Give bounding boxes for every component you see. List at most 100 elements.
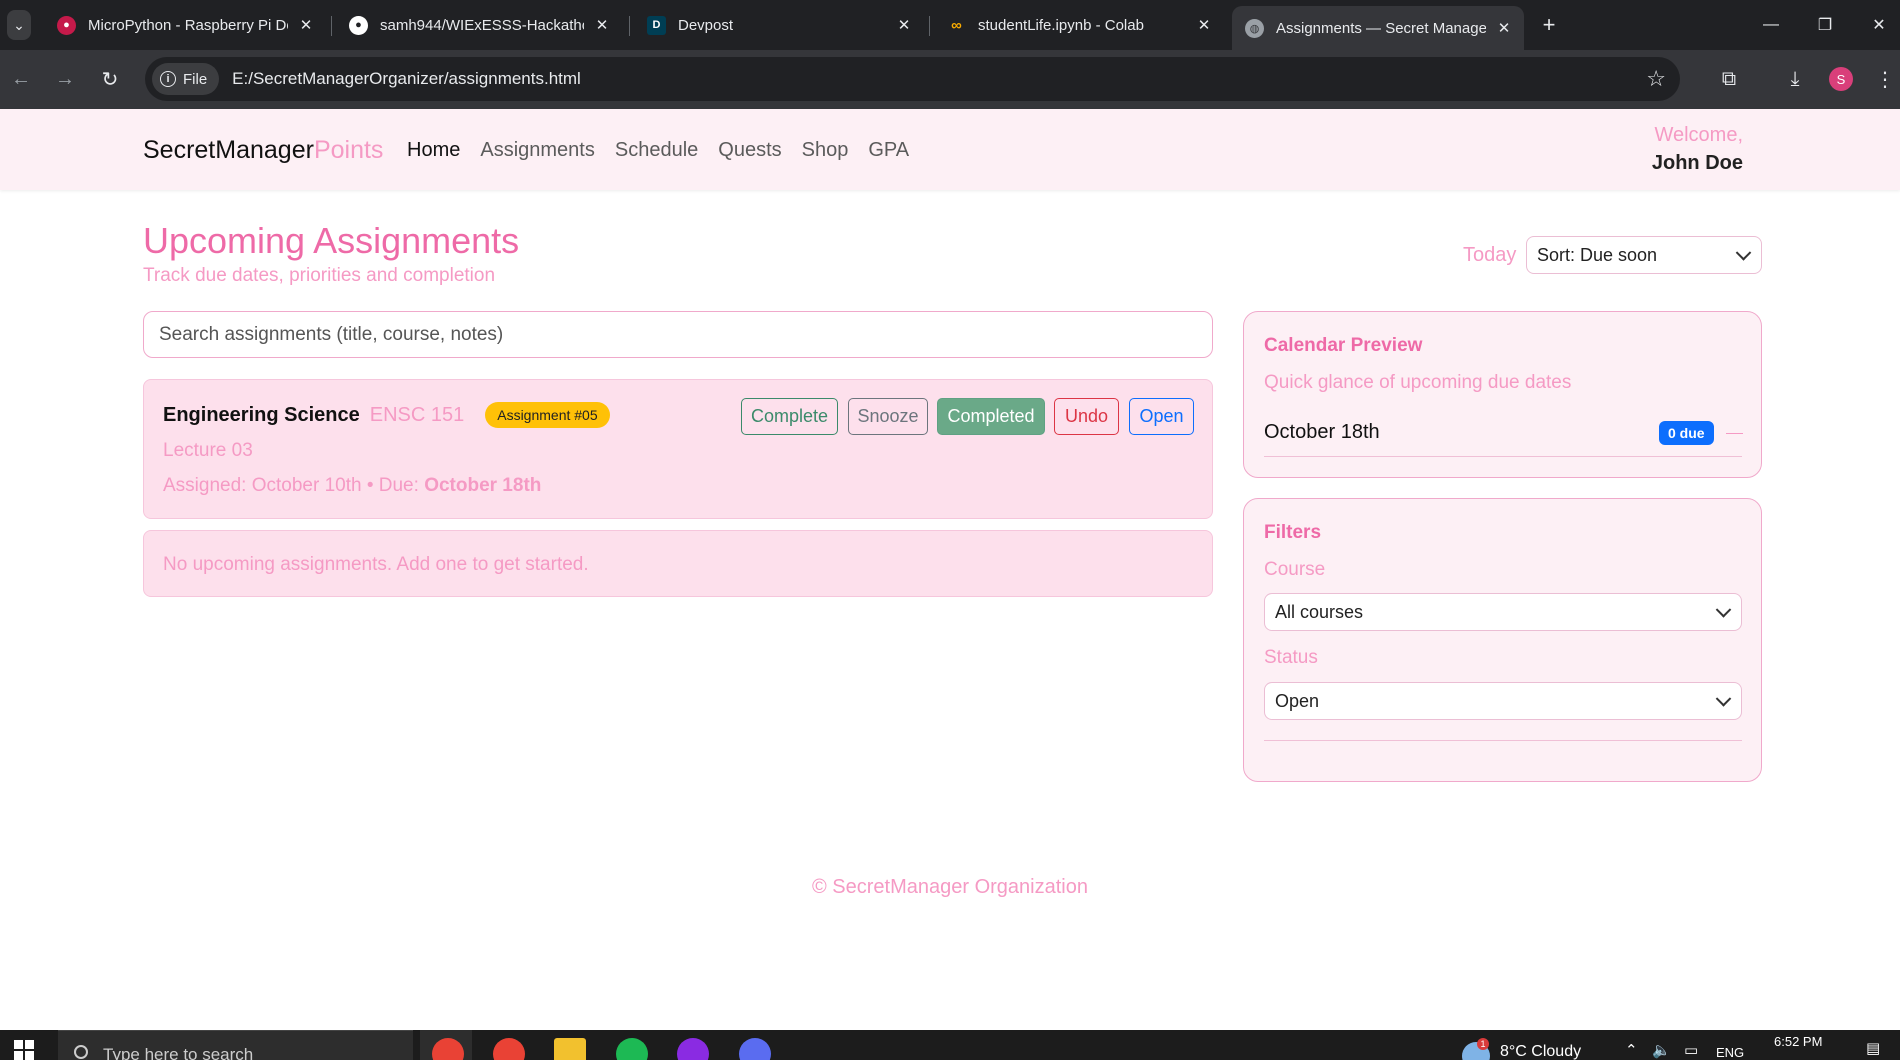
site-navbar: SecretManagerPoints Home Assignments Sch… <box>0 109 1900 190</box>
search-input[interactable]: Search assignments (title, course, notes… <box>143 311 1213 358</box>
tab-micropython[interactable]: ● MicroPython - Raspberry Pi Doc ✕ <box>44 8 326 42</box>
brand-logo[interactable]: SecretManagerPoints <box>143 136 383 165</box>
devpost-icon: D <box>647 15 666 35</box>
chevron-down-icon <box>1735 245 1752 261</box>
weather-badge: 1 <box>1477 1038 1489 1050</box>
tab-assignments[interactable]: ◍ Assignments — Secret Manager ✕ <box>1232 6 1524 50</box>
back-icon[interactable]: ← <box>6 64 36 94</box>
nav-assignments[interactable]: Assignments <box>480 139 595 162</box>
welcome-text: Welcome, <box>1654 124 1743 146</box>
close-tab-icon[interactable]: ✕ <box>1194 15 1214 35</box>
nav-schedule[interactable]: Schedule <box>615 139 698 162</box>
today-button[interactable]: Today <box>1463 244 1516 267</box>
browser-tab-bar: ⌄ ● MicroPython - Raspberry Pi Doc ✕ ● s… <box>0 0 1900 50</box>
restore-icon[interactable]: ❐ <box>1810 12 1840 38</box>
clock-time[interactable]: 6:52 PM <box>1774 1034 1822 1049</box>
tab-devpost[interactable]: D Devpost ✕ <box>634 8 924 42</box>
new-tab-icon[interactable]: + <box>1536 12 1562 38</box>
globe-icon: ◍ <box>1245 18 1264 38</box>
info-icon: i <box>160 71 176 87</box>
assignment-lecture: Lecture 03 <box>163 440 253 461</box>
sort-select[interactable]: Sort: Due soon <box>1526 236 1762 274</box>
undo-button[interactable]: Undo <box>1054 398 1119 435</box>
taskbar-search-input[interactable]: Type here to search <box>58 1030 413 1060</box>
minimize-icon[interactable]: — <box>1756 12 1786 38</box>
close-tab-icon[interactable]: ✕ <box>296 15 316 35</box>
extensions-icon[interactable]: ⧉ <box>1714 64 1744 94</box>
filters-divider <box>1264 740 1742 741</box>
assignment-header: Engineering Science ENSC 151 Assignment … <box>163 402 610 428</box>
filters-panel: Filters Course All courses Status Open <box>1243 498 1762 782</box>
browser-toolbar: ← → ↻ i File E:/SecretManagerOrganizer/a… <box>0 50 1900 109</box>
close-tab-icon[interactable]: ✕ <box>1494 18 1514 38</box>
page-title: Upcoming Assignments <box>143 220 520 261</box>
empty-state-message: No upcoming assignments. Add one to get … <box>163 554 589 575</box>
calendar-divider <box>1264 456 1742 457</box>
assignment-course: Engineering Science <box>163 403 360 426</box>
calendar-title: Calendar Preview <box>1264 335 1423 356</box>
profile-avatar[interactable]: S <box>1829 67 1853 91</box>
file-explorer-icon[interactable] <box>554 1038 586 1060</box>
messenger-icon[interactable] <box>739 1038 771 1060</box>
footer-text: © SecretManager Organization <box>812 876 1088 898</box>
language-indicator[interactable]: ENG <box>1716 1045 1744 1060</box>
close-tab-icon[interactable]: ✕ <box>592 15 612 35</box>
status-filter-select[interactable]: Open <box>1264 682 1742 720</box>
volume-icon[interactable]: 🔈 <box>1652 1041 1671 1059</box>
menu-kebab-icon[interactable]: ⋮ <box>1870 64 1900 94</box>
open-button[interactable]: Open <box>1129 398 1194 435</box>
completed-button[interactable]: Completed <box>937 398 1045 435</box>
due-dash <box>1726 433 1743 434</box>
nav-home[interactable]: Home <box>407 139 460 162</box>
due-count-badge: 0 due <box>1659 421 1714 445</box>
close-window-icon[interactable]: ✕ <box>1864 12 1894 38</box>
tab-github[interactable]: ● samh944/WIExESSS-Hackathon ✕ <box>336 8 622 42</box>
assignment-code: ENSC 151 <box>369 403 465 426</box>
windows-start-icon[interactable] <box>14 1040 34 1060</box>
chevron-down-icon <box>1715 691 1732 707</box>
assignment-due-date: October 18th <box>424 475 542 496</box>
course-filter-label: Course <box>1264 559 1326 580</box>
close-tab-icon[interactable]: ✕ <box>894 15 914 35</box>
address-bar[interactable]: i File E:/SecretManagerOrganizer/assignm… <box>145 57 1680 101</box>
tab-separator <box>929 16 930 36</box>
weather-text[interactable]: 8°C Cloudy <box>1500 1043 1581 1060</box>
app-icon[interactable] <box>677 1038 709 1060</box>
welcome-user: John Doe <box>1651 152 1743 174</box>
assignment-badge: Assignment #05 <box>485 402 610 428</box>
forward-icon[interactable]: → <box>50 64 80 94</box>
tab-search-dropdown-icon[interactable]: ⌄ <box>7 10 31 40</box>
filters-title: Filters <box>1264 522 1322 543</box>
calendar-subtitle: Quick glance of upcoming due dates <box>1264 372 1572 393</box>
url-text[interactable]: E:/SecretManagerOrganizer/assignments.ht… <box>232 69 581 89</box>
spotify-icon[interactable] <box>616 1038 648 1060</box>
github-icon: ● <box>349 15 368 35</box>
assignment-dates: Assigned: October 10th • Due: October 18… <box>163 475 542 496</box>
notifications-icon[interactable]: ▤ <box>1866 1039 1880 1057</box>
tab-separator <box>629 16 630 36</box>
calendar-date: October 18th <box>1264 421 1380 443</box>
network-icon[interactable]: ▭ <box>1684 1041 1698 1059</box>
welcome-block: Welcome, John Doe <box>1652 124 1743 175</box>
assignment-card: Engineering Science ENSC 151 Assignment … <box>143 379 1213 519</box>
status-filter-label: Status <box>1264 647 1318 668</box>
search-icon <box>74 1045 88 1059</box>
complete-button[interactable]: Complete <box>741 398 838 435</box>
nav-links: Home Assignments Schedule Quests Shop GP… <box>407 139 929 162</box>
bookmark-star-icon[interactable]: ☆ <box>1646 66 1666 92</box>
chrome-icon[interactable] <box>493 1038 525 1060</box>
tab-colab[interactable]: ∞ studentLife.ipynb - Colab ✕ <box>934 8 1224 42</box>
course-filter-select[interactable]: All courses <box>1264 593 1742 631</box>
site-info-chip[interactable]: i File <box>152 63 220 95</box>
nav-gpa[interactable]: GPA <box>868 139 909 162</box>
reload-icon[interactable]: ↻ <box>95 64 125 94</box>
chevron-down-icon <box>1715 602 1732 618</box>
download-icon[interactable]: ⤓ <box>1780 64 1810 94</box>
nav-shop[interactable]: Shop <box>802 139 849 162</box>
page-subtitle: Track due dates, priorities and completi… <box>143 265 496 286</box>
snooze-button[interactable]: Snooze <box>848 398 928 435</box>
nav-quests[interactable]: Quests <box>718 139 781 162</box>
colab-icon: ∞ <box>951 16 962 34</box>
chevron-up-icon[interactable]: ⌃ <box>1625 1041 1638 1059</box>
raspberry-pi-icon: ● <box>57 15 76 35</box>
